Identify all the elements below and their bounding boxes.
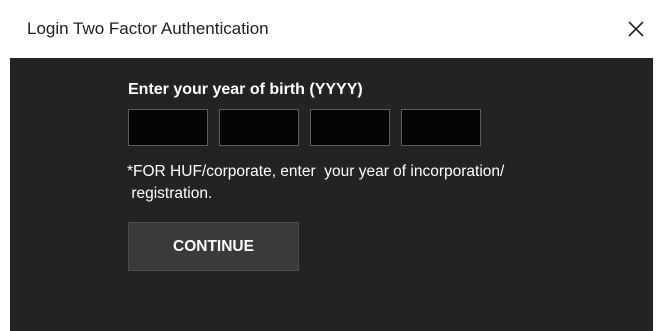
window-title: Login Two Factor Authentication bbox=[27, 19, 269, 38]
auth-panel: Enter your year of birth (YYYY) *FOR HUF… bbox=[10, 58, 653, 331]
birth-year-digit-4[interactable] bbox=[401, 109, 481, 146]
birth-year-digit-3[interactable] bbox=[310, 109, 390, 146]
birth-year-inputs bbox=[128, 109, 481, 146]
birth-year-digit-2[interactable] bbox=[219, 109, 299, 146]
title-bar: Login Two Factor Authentication bbox=[0, 0, 663, 58]
birth-year-prompt: Enter your year of birth (YYYY) bbox=[128, 81, 363, 98]
two-factor-dialog: Login Two Factor Authentication Enter yo… bbox=[0, 0, 663, 331]
close-icon bbox=[628, 21, 644, 37]
close-button[interactable] bbox=[619, 12, 653, 46]
birth-year-digit-1[interactable] bbox=[128, 109, 208, 146]
continue-button[interactable]: CONTINUE bbox=[128, 222, 299, 271]
corporate-note: *FOR HUF/corporate, enter your year of i… bbox=[127, 163, 505, 202]
